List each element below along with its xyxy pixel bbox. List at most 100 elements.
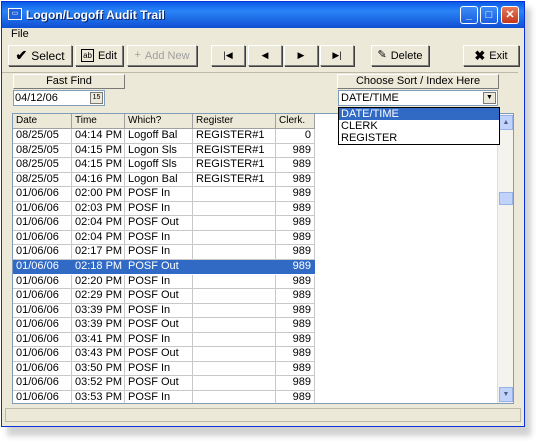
app-icon: ▭: [8, 8, 22, 20]
cell-clerk: 989: [276, 347, 315, 362]
next-record-button[interactable]: ▶: [284, 45, 318, 66]
vertical-scrollbar[interactable]: ▲ ▼: [497, 114, 513, 403]
exit-button[interactable]: ✖ Exit: [463, 45, 519, 66]
table-row[interactable]: 08/25/05 04:16 PM Logon Bal REGISTER#1 989: [13, 172, 315, 188]
fast-find-date-input[interactable]: 04/12/06 15: [13, 90, 105, 106]
cell-time: 02:00 PM: [72, 187, 125, 202]
scroll-up-icon[interactable]: ▲: [499, 115, 513, 130]
cell-date: 01/06/06: [13, 216, 72, 231]
table-row[interactable]: 01/06/06 03:43 PM POSF Out 989: [13, 347, 315, 362]
cell-time: 04:14 PM: [72, 129, 125, 144]
edit-button[interactable]: ab Edit: [75, 45, 123, 66]
cell-register: [193, 201, 276, 217]
cell-clerk: 989: [276, 332, 315, 348]
sort-label[interactable]: Choose Sort / Index Here: [337, 74, 499, 89]
table-row[interactable]: 01/06/06 03:50 PM POSF In 989: [13, 361, 315, 377]
calendar-icon[interactable]: 15: [90, 92, 103, 104]
table-row[interactable]: 01/06/06 02:29 PM POSF Out 989: [13, 289, 315, 304]
cell-which: POSF In: [125, 361, 193, 377]
col-header-time[interactable]: Time: [72, 114, 125, 129]
sort-dropdown-list: DATE/TIME CLERK REGISTER: [338, 107, 500, 145]
previous-record-button[interactable]: ◀: [248, 45, 282, 66]
cell-clerk: 989: [276, 245, 315, 260]
scroll-thumb[interactable]: [499, 192, 513, 205]
table-row[interactable]: 01/06/06 03:41 PM POSF In 989: [13, 332, 315, 348]
maximize-icon: □: [485, 9, 493, 21]
menu-file[interactable]: File: [11, 28, 29, 40]
add-new-button[interactable]: + Add New: [127, 45, 197, 66]
cell-date: 01/06/06: [13, 259, 72, 275]
cell-date: 01/06/06: [13, 245, 72, 260]
col-header-which[interactable]: Which?: [125, 114, 193, 129]
cell-time: 03:39 PM: [72, 303, 125, 319]
table-row[interactable]: 01/06/06 02:17 PM POSF In 989: [13, 245, 315, 260]
table-row[interactable]: 08/25/05 04:15 PM Logon Sls REGISTER#1 989: [13, 143, 315, 159]
table-row[interactable]: 01/06/06 03:39 PM POSF In 989: [13, 303, 315, 319]
audit-trail-window: ▭ Logon/Logoff Audit Trail _ □ ✕ File ✔ …: [1, 1, 525, 427]
menu-bar: File: [5, 28, 521, 42]
col-header-date[interactable]: Date: [13, 114, 72, 129]
table-row[interactable]: 01/06/06 02:04 PM POSF In 989: [13, 230, 315, 246]
cell-register: [193, 347, 276, 362]
cell-time: 02:04 PM: [72, 216, 125, 231]
maximize-button[interactable]: □: [480, 6, 498, 24]
cell-which: Logon Bal: [125, 172, 193, 188]
delete-button[interactable]: ✎ Delete: [371, 45, 429, 66]
cell-register: [193, 376, 276, 391]
cell-time: 03:41 PM: [72, 332, 125, 348]
chevron-down-icon[interactable]: ▼: [483, 92, 496, 104]
cell-register: REGISTER#1: [193, 158, 276, 173]
cell-time: 04:15 PM: [72, 158, 125, 173]
minimize-button[interactable]: _: [460, 6, 478, 24]
cell-date: 08/25/05: [13, 129, 72, 144]
cell-register: REGISTER#1: [193, 129, 276, 144]
cell-date: 01/06/06: [13, 332, 72, 348]
close-button[interactable]: ✕: [501, 6, 519, 24]
sort-option-register[interactable]: REGISTER: [339, 132, 499, 144]
sort-index-select[interactable]: DATE/TIME ▼: [338, 90, 498, 106]
cell-date: 01/06/06: [13, 230, 72, 246]
table-row[interactable]: 08/25/05 04:15 PM Logoff Sls REGISTER#1 989: [13, 158, 315, 173]
cell-register: [193, 332, 276, 348]
cell-register: [193, 187, 276, 202]
cell-clerk: 989: [276, 143, 315, 159]
last-record-button[interactable]: ▶|: [320, 45, 354, 66]
cell-time: 02:18 PM: [72, 259, 125, 275]
col-header-clerk[interactable]: Clerk.: [276, 114, 315, 129]
col-header-register[interactable]: Register: [193, 114, 276, 129]
cell-clerk: 989: [276, 361, 315, 377]
cell-time: 03:50 PM: [72, 361, 125, 377]
table-row[interactable]: 01/06/06 02:00 PM POSF In 989: [13, 187, 315, 202]
cell-time: 02:04 PM: [72, 230, 125, 246]
first-record-button[interactable]: |◀: [211, 45, 245, 66]
cell-date: 01/06/06: [13, 201, 72, 217]
sort-option-datetime[interactable]: DATE/TIME: [339, 108, 499, 120]
exit-label: Exit: [489, 49, 508, 62]
title-bar[interactable]: ▭ Logon/Logoff Audit Trail _ □ ✕: [2, 2, 524, 28]
cell-clerk: 0: [276, 129, 315, 144]
cell-clerk: 989: [276, 259, 315, 275]
cell-register: [193, 390, 276, 403]
add-new-label: Add New: [144, 49, 190, 62]
cell-time: 02:03 PM: [72, 201, 125, 217]
cell-clerk: 989: [276, 274, 315, 290]
table-row[interactable]: 01/06/06 03:52 PM POSF Out 989: [13, 376, 315, 391]
cell-date: 08/25/05: [13, 158, 72, 173]
table-row[interactable]: 01/06/06 02:20 PM POSF In 989: [13, 274, 315, 290]
table-row[interactable]: 01/06/06 02:03 PM POSF In 989: [13, 201, 315, 217]
table-row[interactable]: 01/06/06 03:53 PM POSF In 989: [13, 390, 315, 403]
audit-grid: Date Time Which? Register Clerk. 08/25/0…: [12, 113, 514, 404]
table-row[interactable]: 08/25/05 04:14 PM Logoff Bal REGISTER#1 0: [13, 129, 315, 144]
table-row[interactable]: 01/06/06 02:18 PM POSF Out 989: [13, 259, 315, 275]
cell-date: 01/06/06: [13, 187, 72, 202]
table-row[interactable]: 01/06/06 03:39 PM POSF Out 989: [13, 318, 315, 333]
checkmark-icon: ✔: [15, 47, 28, 63]
cell-clerk: 989: [276, 187, 315, 202]
cell-time: 04:15 PM: [72, 143, 125, 159]
table-row[interactable]: 01/06/06 02:04 PM POSF Out 989: [13, 216, 315, 231]
scroll-down-icon[interactable]: ▼: [499, 387, 513, 402]
fast-find-value: 04/12/06: [15, 92, 58, 104]
fast-find-label[interactable]: Fast Find: [13, 74, 125, 89]
sort-option-clerk[interactable]: CLERK: [339, 120, 499, 132]
select-button[interactable]: ✔ Select: [8, 45, 72, 66]
